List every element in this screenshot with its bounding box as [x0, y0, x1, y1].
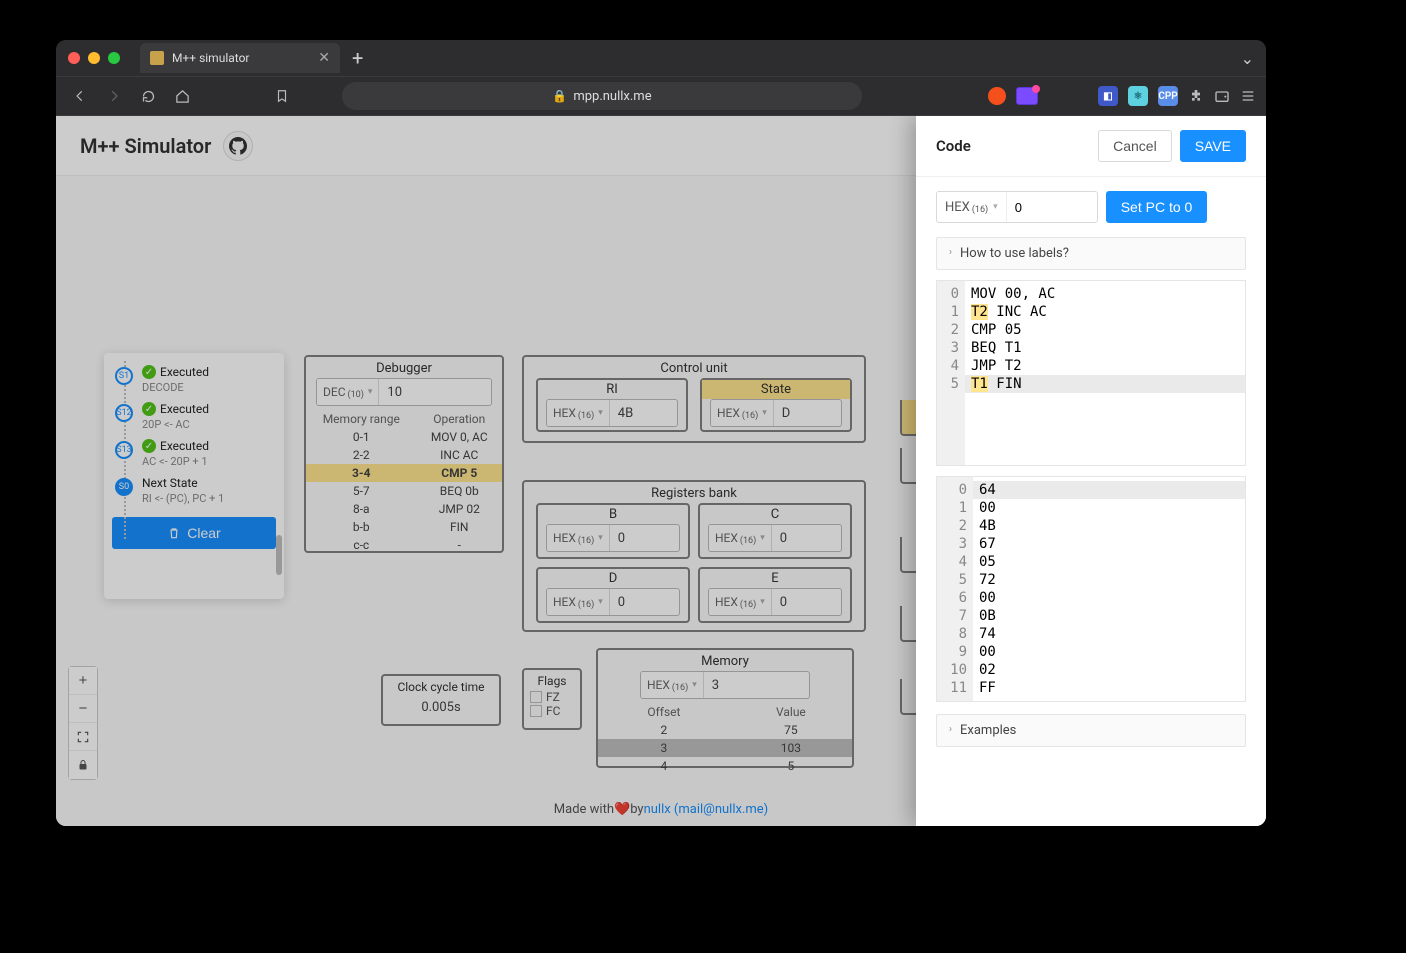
ri-title: RI [538, 380, 686, 399]
save-button[interactable]: SAVE [1180, 130, 1246, 162]
col-value: Value [730, 703, 852, 721]
address-bar: 🔒 mpp.nullx.me ◧ ⚛ CPP [56, 76, 1266, 116]
state-title: State [702, 380, 850, 399]
col-operation: Operation [417, 410, 502, 428]
home-icon [175, 89, 190, 104]
url-field[interactable]: 🔒 mpp.nullx.me [342, 82, 862, 110]
debugger-panel: Debugger DEC(10)▾ 10 Memory range Operat… [304, 355, 504, 553]
examples-label: Examples [960, 723, 1016, 738]
control-unit-panel: Control unit RI HEX(16)▾ 4B State [522, 355, 866, 443]
memory-list: 0 1 2 3 4 5 6 7 8 9 10 11 64004B67057200… [936, 476, 1246, 702]
labels-help-label: How to use labels? [960, 246, 1069, 261]
pc-base-field[interactable]: HEX(16)▾ [936, 191, 1098, 223]
maximize-window-icon[interactable] [108, 52, 120, 64]
registers-panel: Registers bank BHEX(16)▾0CHEX(16)▾0DHEX(… [522, 480, 866, 632]
memory-panel: Memory HEX(16)▾ 3 Offset Value 275310345 [596, 648, 854, 768]
memory-addr-field[interactable]: HEX(16)▾ 3 [640, 671, 810, 699]
bookmark-icon [275, 89, 289, 103]
reload-button[interactable] [134, 82, 162, 110]
zoom-lock-button[interactable] [69, 751, 97, 779]
close-window-icon[interactable] [68, 52, 80, 64]
app-title: M++ Simulator [80, 134, 211, 158]
extensions-icon[interactable] [1188, 88, 1204, 104]
cancel-button[interactable]: Cancel [1098, 130, 1172, 162]
set-pc-button[interactable]: Set PC to 0 [1106, 191, 1208, 223]
labels-help-collapse[interactable]: ›How to use labels? [936, 237, 1246, 270]
examples-collapse[interactable]: ›Examples [936, 714, 1246, 747]
pc-input[interactable] [1007, 192, 1097, 222]
clock-value: 0.005s [383, 696, 499, 715]
col-memory-range: Memory range [306, 410, 417, 428]
debugger-base-field[interactable]: DEC(10)▾ 10 [316, 378, 492, 406]
code-drawer: Code Cancel SAVE HEX(16)▾ Set PC to 0 ›H… [916, 116, 1266, 826]
back-button[interactable] [66, 82, 94, 110]
cpp-extension-icon[interactable]: CPP [1158, 86, 1178, 106]
flags-title: Flags [524, 670, 580, 690]
ri-field[interactable]: HEX(16)▾ 4B [546, 399, 678, 427]
github-icon [229, 137, 247, 155]
memory-title: Memory [598, 650, 852, 671]
brave-shield-icon[interactable] [988, 87, 1006, 105]
browser-tab[interactable]: M++ simulator ✕ [140, 43, 340, 73]
reload-icon [141, 89, 156, 104]
clock-panel: Clock cycle time 0.005s [381, 674, 501, 726]
favicon-icon [150, 51, 164, 65]
tab-title: M++ simulator [172, 51, 249, 65]
control-unit-title: Control unit [524, 357, 864, 378]
zoom-fit-button[interactable] [69, 723, 97, 751]
col-offset: Offset [598, 703, 730, 721]
clear-button[interactable]: Clear [112, 517, 276, 549]
footer-by: by [630, 802, 643, 817]
state-timeline: S1✓ExecutedDECODES12✓Executed20P <- ACS1… [104, 353, 284, 599]
drawer-title: Code [936, 137, 971, 155]
clear-label: Clear [187, 525, 220, 541]
chevron-left-icon [73, 89, 87, 103]
toolbar-extensions: ◧ ⚛ CPP [988, 86, 1256, 106]
flags-panel: Flags FZFC [522, 668, 582, 730]
rewards-icon[interactable] [1016, 87, 1038, 105]
zoom-controls: + − [68, 666, 98, 780]
tab-close-icon[interactable]: ✕ [318, 50, 330, 66]
debugger-title: Debugger [306, 357, 502, 378]
zoom-in-button[interactable]: + [69, 667, 97, 695]
url-text: mpp.nullx.me [573, 89, 651, 104]
state-field[interactable]: HEX(16)▾ D [710, 399, 842, 427]
tabs-menu-icon[interactable]: ⌄ [1241, 49, 1254, 68]
new-tab-button[interactable]: + [352, 46, 363, 70]
forward-button[interactable] [100, 82, 128, 110]
expand-icon [76, 730, 90, 744]
bookmark-button[interactable] [268, 82, 296, 110]
clock-title: Clock cycle time [383, 676, 499, 696]
timeline-scrollbar[interactable] [276, 535, 282, 575]
footer-link[interactable]: nullx (mail@nullx.me) [644, 802, 769, 817]
lock-icon [77, 759, 89, 771]
page-content: M++ Simulator S1✓ExecutedDECODES12✓Execu… [56, 116, 1266, 826]
window-controls[interactable] [68, 52, 120, 64]
ri-box: RI HEX(16)▾ 4B [536, 378, 688, 432]
wallet-icon[interactable] [1214, 88, 1230, 104]
lock-icon: 🔒 [552, 89, 567, 103]
extension-icon[interactable]: ◧ [1098, 86, 1118, 106]
trash-icon [167, 526, 181, 540]
zoom-out-button[interactable]: − [69, 695, 97, 723]
react-devtools-icon[interactable]: ⚛ [1128, 86, 1148, 106]
github-link[interactable] [223, 131, 253, 161]
minimize-window-icon[interactable] [88, 52, 100, 64]
browser-window: M++ simulator ✕ + ⌄ 🔒 mpp.nullx.me [56, 40, 1266, 826]
heart-icon: ❤️ [614, 802, 630, 817]
debugger-base-value: 10 [379, 379, 491, 405]
menu-icon[interactable] [1240, 88, 1256, 104]
chevron-right-icon [107, 89, 121, 103]
home-button[interactable] [168, 82, 196, 110]
state-box: State HEX(16)▾ D [700, 378, 852, 432]
code-editor[interactable]: 0 1 2 3 4 5 MOV 00, ACT2 INC ACCMP 05BEQ… [936, 280, 1246, 466]
footer-made: Made with [554, 802, 614, 817]
tab-bar: M++ simulator ✕ + ⌄ [56, 40, 1266, 76]
registers-title: Registers bank [524, 482, 864, 503]
